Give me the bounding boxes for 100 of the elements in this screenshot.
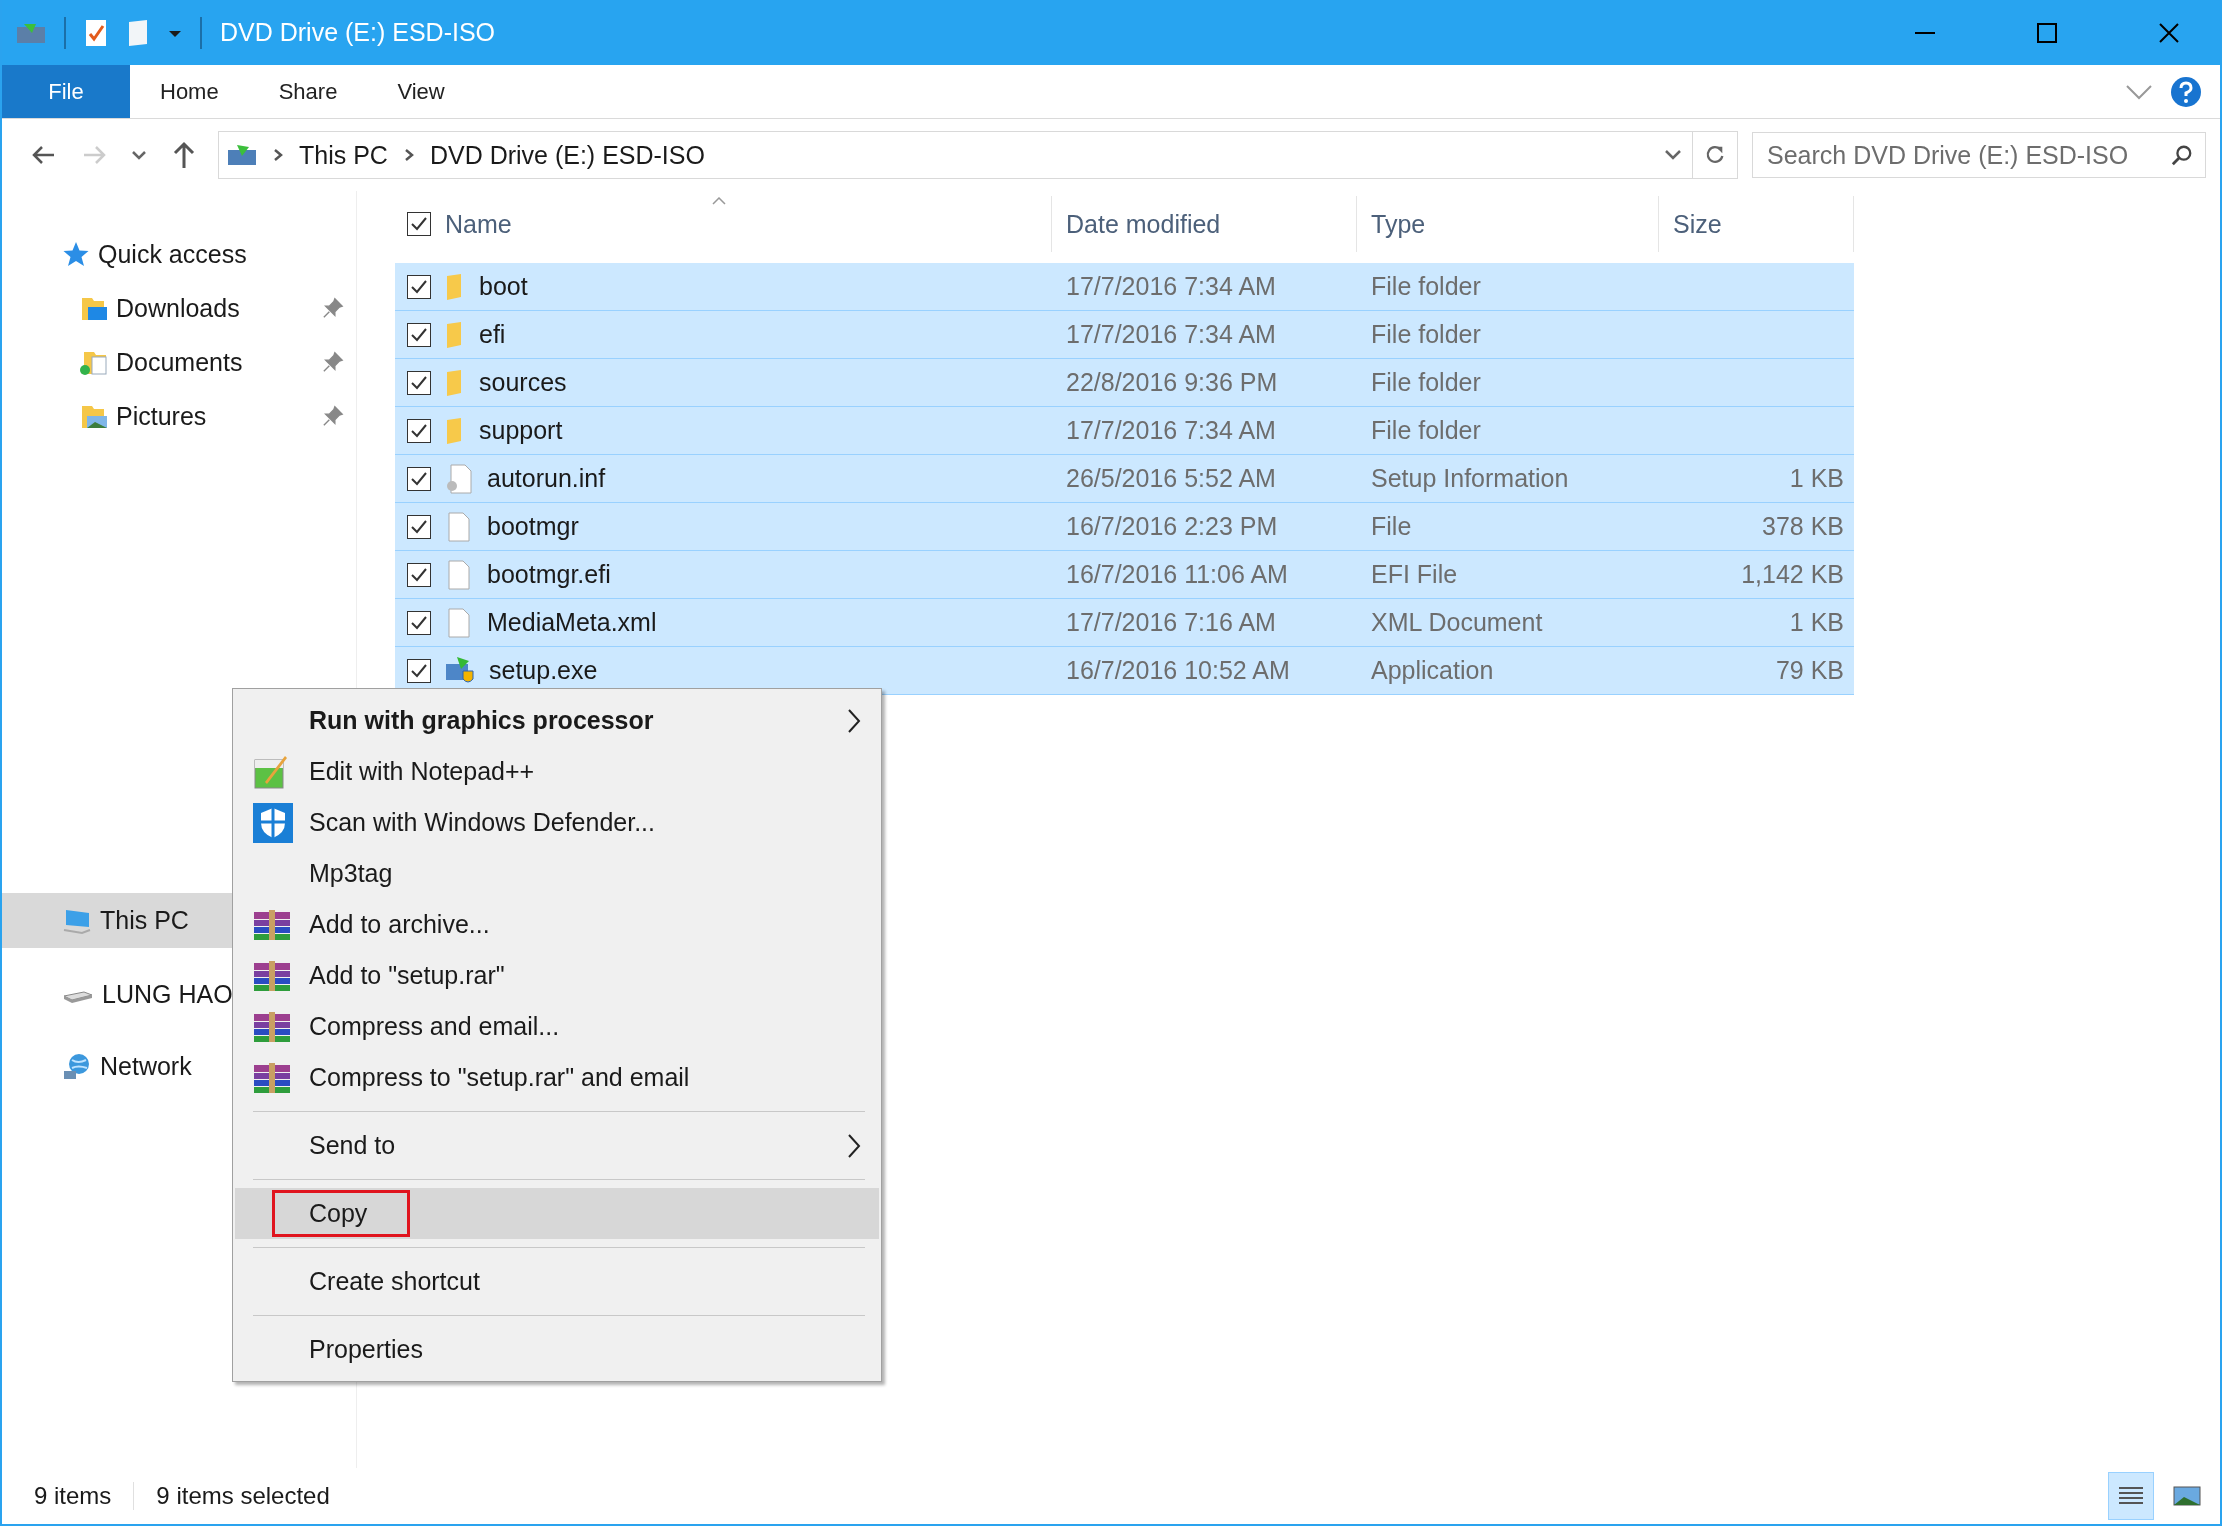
date-cell: 16/7/2016 10:52 AM: [1066, 656, 1290, 685]
refresh-icon: [1704, 144, 1726, 166]
nav-label: Network: [100, 1051, 192, 1081]
file-row[interactable]: setup.exe 16/7/2016 10:52 AM Application 79 KB: [395, 647, 1854, 695]
row-checkbox[interactable]: [407, 274, 431, 299]
nav-item[interactable]: Pictures: [2, 389, 356, 443]
file-name: setup.exe: [489, 656, 598, 685]
row-checkbox[interactable]: [407, 466, 431, 491]
nav-item[interactable]: Quick access: [2, 227, 356, 281]
file-row[interactable]: sources 22/8/2016 9:36 PM File folder: [395, 359, 1854, 407]
row-checkbox[interactable]: [407, 610, 431, 635]
sort-caret-icon: [712, 197, 726, 205]
file-row[interactable]: MediaMeta.xml 17/7/2016 7:16 AM XML Document 1 KB: [395, 599, 1854, 647]
file-row[interactable]: autorun.inf 26/5/2016 5:52 AM Setup Information 1 KB: [395, 455, 1854, 503]
nav-label: This PC: [100, 906, 189, 935]
file-icon: [445, 511, 473, 542]
row-checkbox[interactable]: [407, 370, 431, 395]
size-cell: 1,142 KB: [1741, 560, 1844, 589]
date-cell: 17/7/2016 7:16 AM: [1066, 608, 1276, 637]
help-icon[interactable]: [2170, 75, 2202, 108]
file-row[interactable]: efi 17/7/2016 7:34 AM File folder: [395, 311, 1854, 359]
column-header[interactable]: Name: [445, 209, 512, 239]
menu-item[interactable]: Scan with Windows Defender...: [235, 797, 879, 848]
search-field[interactable]: Search DVD Drive (E:) ESD-ISO: [1752, 132, 2206, 178]
selection-count: 9 items selected: [156, 1482, 330, 1510]
date-cell: 22/8/2016 9:36 PM: [1066, 368, 1278, 397]
menu-item[interactable]: Compress and email...: [235, 1001, 879, 1052]
chevron-right-icon: [273, 148, 283, 162]
refresh-button[interactable]: [1692, 131, 1738, 179]
star-icon: [62, 240, 90, 268]
archive-icon: [253, 1011, 291, 1042]
chevron-down-icon[interactable]: [132, 150, 146, 160]
select-all-checkbox[interactable]: [407, 212, 431, 236]
date-cell: 17/7/2016 7:34 AM: [1066, 416, 1276, 445]
view-button[interactable]: [2108, 1472, 2154, 1520]
menu-item[interactable]: Create shortcut: [235, 1256, 879, 1307]
menu-item[interactable]: Send to: [235, 1120, 879, 1171]
ribbon-tab[interactable]: File: [2, 65, 130, 118]
row-checkbox[interactable]: [407, 514, 431, 539]
file-name: boot: [479, 272, 528, 301]
picture-icon: [2172, 1483, 2202, 1509]
file-row[interactable]: boot 17/7/2016 7:34 AM File folder: [395, 263, 1854, 311]
date-cell: 17/7/2016 7:34 AM: [1066, 320, 1276, 349]
menu-item[interactable]: Properties: [235, 1324, 879, 1375]
file-name: support: [479, 416, 563, 445]
file-row[interactable]: bootmgr.efi 16/7/2016 11:06 AM EFI File 1,142 KB: [395, 551, 1854, 599]
properties-icon[interactable]: [84, 17, 108, 48]
row-checkbox[interactable]: [407, 562, 431, 587]
chevron-down-icon[interactable]: [1664, 149, 1682, 161]
address-bar[interactable]: This PC DVD Drive (E:) ESD-ISO: [218, 131, 1693, 179]
file-row[interactable]: bootmgr 16/7/2016 2:23 PM File 378 KB: [395, 503, 1854, 551]
menu-item[interactable]: Run with graphics processor: [235, 695, 879, 746]
date-cell: 26/5/2016 5:52 AM: [1066, 464, 1276, 493]
row-checkbox[interactable]: [407, 418, 431, 443]
file-icon: [445, 559, 473, 590]
notepad-icon: [253, 753, 289, 790]
nav-label: Pictures: [116, 401, 207, 431]
menu-item[interactable]: Copy: [235, 1188, 879, 1239]
shield-icon: [253, 802, 293, 843]
file-name: sources: [479, 368, 567, 397]
column-header[interactable]: Type: [1371, 209, 1426, 239]
menu-item[interactable]: Edit with Notepad++: [235, 746, 879, 797]
drive-icon: [227, 143, 257, 167]
close-icon[interactable]: [2158, 21, 2180, 44]
archive-icon: [253, 909, 291, 940]
chevron-down-icon[interactable]: [2126, 83, 2152, 100]
pin-icon[interactable]: [322, 351, 344, 373]
maximize-icon[interactable]: [2036, 21, 2058, 44]
type-cell: File folder: [1371, 320, 1481, 349]
window-title: DVD Drive (E:) ESD-ISO: [220, 18, 496, 47]
search-icon: [2171, 144, 2193, 166]
file-name: autorun.inf: [487, 464, 606, 493]
type-cell: File: [1371, 512, 1412, 541]
file-row[interactable]: support 17/7/2016 7:34 AM File folder: [395, 407, 1854, 455]
chevron-right-icon: [403, 148, 414, 162]
date-cell: 16/7/2016 11:06 AM: [1066, 560, 1288, 589]
menu-item[interactable]: Compress to "setup.rar" and email: [235, 1052, 879, 1103]
nav-label: Documents: [116, 347, 243, 377]
menu-item[interactable]: Add to "setup.rar": [235, 950, 879, 1001]
size-cell: 1 KB: [1789, 608, 1844, 637]
pin-icon[interactable]: [322, 297, 344, 319]
nav-item[interactable]: Downloads: [2, 281, 356, 335]
archive-icon: [253, 1062, 291, 1093]
row-checkbox[interactable]: [407, 322, 431, 347]
type-cell: EFI File: [1371, 560, 1458, 589]
breadcrumb[interactable]: This PC: [299, 140, 388, 170]
up-arrow-icon[interactable]: [172, 141, 196, 169]
row-checkbox[interactable]: [407, 658, 431, 683]
column-header[interactable]: Size: [1673, 209, 1722, 239]
size-cell: 378 KB: [1762, 512, 1844, 541]
pin-icon[interactable]: [322, 405, 344, 427]
back-arrow-icon[interactable]: [32, 145, 56, 165]
file-name: bootmgr.efi: [487, 560, 611, 589]
type-cell: Application: [1371, 656, 1494, 685]
breadcrumb[interactable]: DVD Drive (E:) ESD-ISO: [429, 140, 705, 170]
item-count: 9 items: [34, 1482, 112, 1510]
size-cell: 79 KB: [1775, 656, 1844, 685]
nav-item[interactable]: Documents: [2, 335, 356, 389]
column-header[interactable]: Date modified: [1066, 209, 1221, 239]
nav-label: Downloads: [116, 293, 240, 323]
